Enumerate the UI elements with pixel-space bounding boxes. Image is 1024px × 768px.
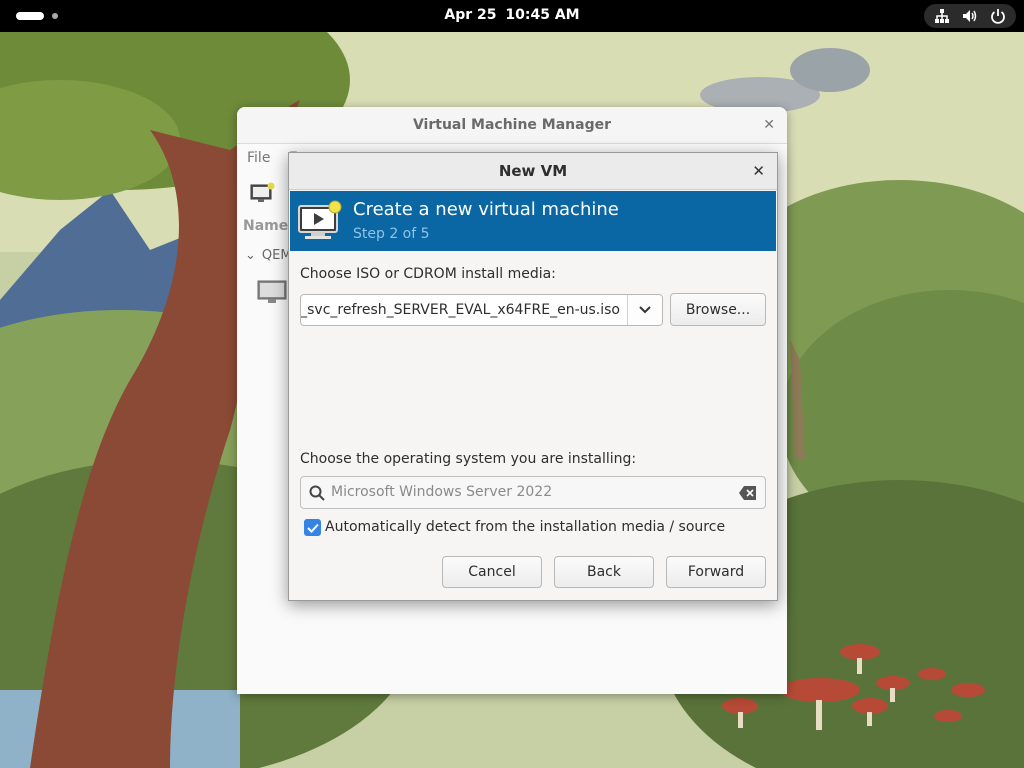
top-bar: Apr 25 10:45 AM xyxy=(0,0,1024,32)
power-icon xyxy=(991,9,1005,24)
checkmark-icon xyxy=(306,523,319,533)
new-vm-dialog: New VM ✕ Create a new virtual machine St… xyxy=(288,152,778,601)
os-label: Choose the operating system you are inst… xyxy=(300,451,637,467)
chevron-down-icon[interactable]: ⌄ xyxy=(245,248,256,263)
autodetect-checkbox[interactable] xyxy=(304,519,321,536)
chevron-down-icon xyxy=(639,306,651,314)
wizard-header: Create a new virtual machine Step 2 of 5 xyxy=(290,191,776,251)
volume-icon xyxy=(963,10,977,22)
clock-date: Apr 25 xyxy=(444,7,497,23)
new-vm-icon xyxy=(298,200,342,239)
wizard-step: Step 2 of 5 xyxy=(353,226,430,242)
vm-monitor-icon[interactable] xyxy=(257,279,287,305)
os-search-value: Microsoft Windows Server 2022 xyxy=(331,484,553,500)
clock-time: 10:45 AM xyxy=(505,7,580,23)
search-icon xyxy=(309,485,325,501)
clear-icon[interactable] xyxy=(739,485,757,501)
install-media-value: 20348.169.210806-2348.fe_release_svc_ref… xyxy=(301,302,620,318)
vmm-menu-file[interactable]: File xyxy=(247,150,270,166)
clock[interactable]: Apr 25 10:45 AM xyxy=(0,7,1024,23)
install-media-input[interactable]: 20348.169.210806-2348.fe_release_svc_ref… xyxy=(301,295,628,325)
new-vm-icon[interactable] xyxy=(250,182,276,204)
install-media-combo[interactable]: 20348.169.210806-2348.fe_release_svc_ref… xyxy=(300,294,663,326)
system-menu[interactable] xyxy=(924,4,1016,28)
forward-button[interactable]: Forward xyxy=(666,556,766,588)
cancel-button[interactable]: Cancel xyxy=(442,556,542,588)
wizard-title: Create a new virtual machine xyxy=(353,199,619,220)
dialog-title: New VM xyxy=(289,153,777,190)
media-dropdown-button[interactable] xyxy=(627,295,662,325)
vmm-close-icon[interactable]: ✕ xyxy=(763,117,775,133)
install-media-label: Choose ISO or CDROM install media: xyxy=(300,266,556,282)
vmm-column-header-name[interactable]: Name xyxy=(243,218,288,234)
back-button[interactable]: Back xyxy=(554,556,654,588)
vmm-connection-row[interactable]: ⌄ QEM xyxy=(245,248,292,263)
os-search-field[interactable]: Microsoft Windows Server 2022 xyxy=(300,476,766,509)
autodetect-label[interactable]: Automatically detect from the installati… xyxy=(325,519,725,535)
vmm-window-title: Virtual Machine Manager xyxy=(237,107,787,144)
close-icon[interactable]: ✕ xyxy=(752,162,765,180)
network-icon xyxy=(935,9,949,23)
browse-button[interactable]: Browse... xyxy=(670,293,766,326)
